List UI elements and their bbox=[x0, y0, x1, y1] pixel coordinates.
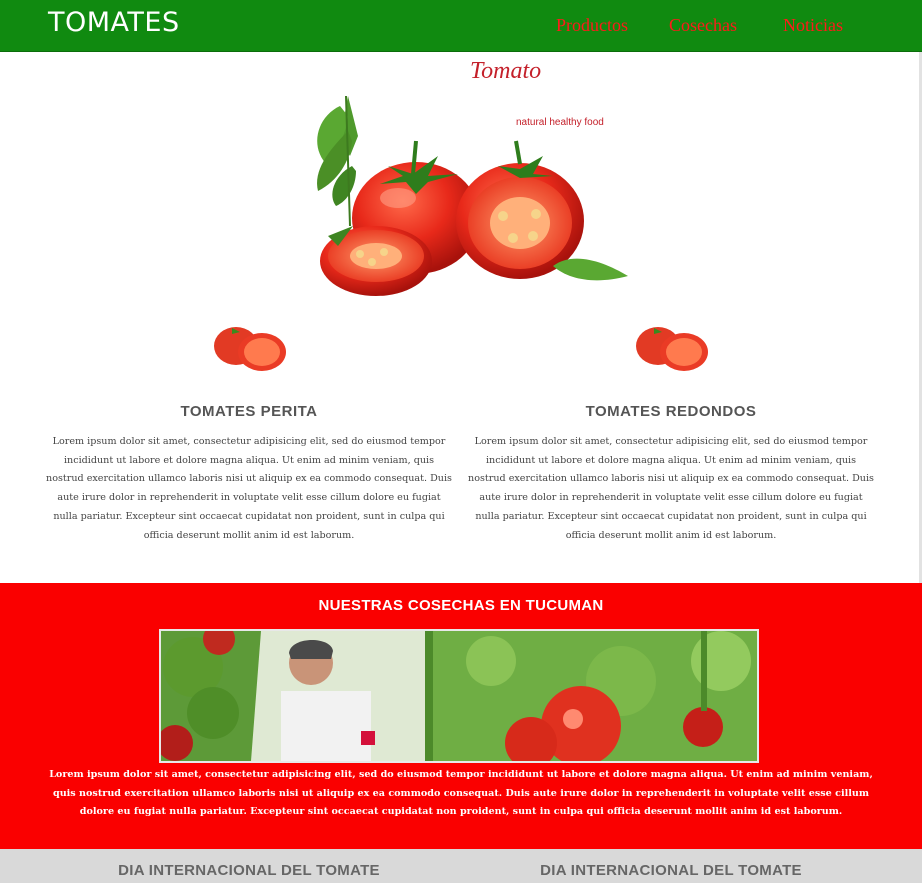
hero-logo-title: Tomato bbox=[470, 58, 542, 84]
news-title-1: DIA INTERNACIONAL DEL TOMATE bbox=[118, 862, 380, 879]
product-title-perita: TOMATES PERITA bbox=[180, 403, 318, 420]
harvest-text: Lorem ipsum dolor sit amet, consectetur … bbox=[49, 769, 873, 817]
hero-logo-subtitle: natural healthy food bbox=[516, 117, 604, 128]
harvest-title: NUESTRAS COSECHAS EN TUCUMAN bbox=[318, 597, 604, 614]
tomato-thumbnail-redondos bbox=[636, 327, 708, 371]
product-text-perita: Lorem ipsum dolor sit amet, consectetur … bbox=[46, 436, 452, 541]
product-text-redondos: Lorem ipsum dolor sit amet, consectetur … bbox=[468, 436, 874, 541]
nav-link-noticias[interactable]: Noticias bbox=[783, 15, 843, 36]
hero-tomato-image bbox=[317, 95, 628, 296]
nav-link-productos[interactable]: Productos bbox=[556, 15, 628, 36]
news-title-2: DIA INTERNACIONAL DEL TOMATE bbox=[540, 862, 802, 879]
site-brand[interactable]: TOMATES bbox=[48, 7, 180, 38]
top-navbar: TOMATES Productos Cosechas Noticias bbox=[0, 0, 922, 52]
harvest-photo bbox=[159, 629, 759, 763]
tomato-thumbnail-perita bbox=[214, 327, 286, 371]
harvest-photo-illustration bbox=[161, 631, 757, 761]
product-title-redondos: TOMATES REDONDOS bbox=[585, 403, 757, 420]
nav-link-cosechas[interactable]: Cosechas bbox=[669, 15, 737, 36]
